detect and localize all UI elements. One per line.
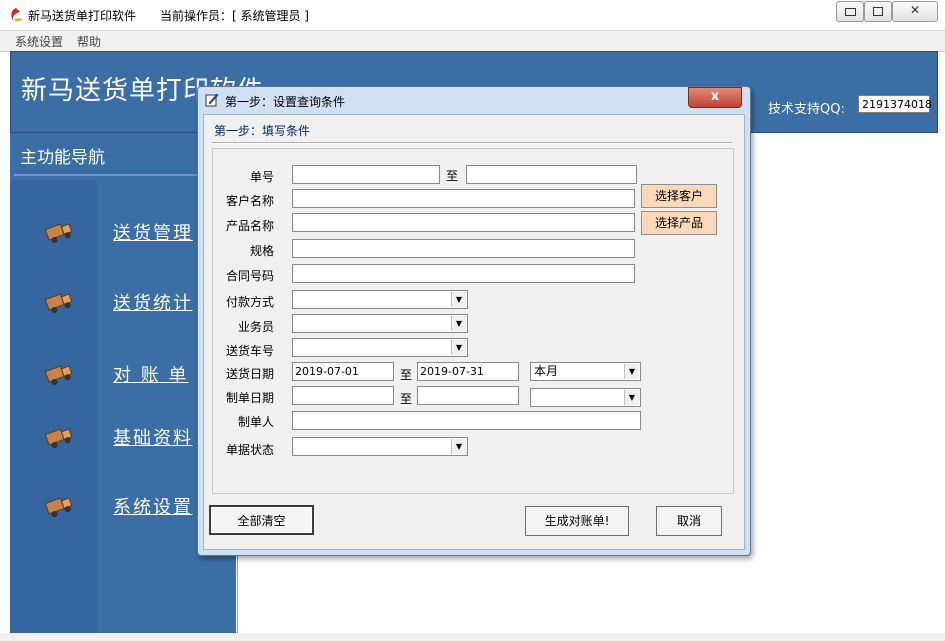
contract-input[interactable] <box>292 264 635 283</box>
salesman-select[interactable]: ▼ <box>292 314 468 333</box>
title-bar <box>0 0 945 30</box>
menu-help[interactable]: 帮助 <box>77 33 101 50</box>
make-date-from-input[interactable] <box>292 386 394 405</box>
nav-item-system-settings[interactable]: 系统设置 <box>113 493 193 519</box>
menu-system-settings[interactable]: 系统设置 <box>15 33 63 50</box>
maker-label: 制单人 <box>237 415 274 429</box>
range-separator: 至 <box>446 169 459 183</box>
app-title: 新马送货单打印软件 <box>28 9 137 23</box>
nav-title: 主功能导航 <box>20 148 105 168</box>
order-no-from-input[interactable] <box>292 165 440 184</box>
make-period-select[interactable]: ▼ <box>530 388 641 407</box>
nav-item-delivery-management[interactable]: 送货管理 <box>113 219 193 245</box>
range-separator: 至 <box>400 368 413 382</box>
step-label: 第一步：填写条件 <box>214 124 311 138</box>
nav-item-statement[interactable]: 对 账 单 <box>113 361 188 387</box>
close-icon: ✕ <box>909 3 921 17</box>
chevron-down-icon: ▼ <box>624 390 639 405</box>
product-input[interactable] <box>292 213 635 232</box>
close-button[interactable]: ✕ <box>892 1 938 22</box>
support-qq-field[interactable]: 2191374018 <box>858 95 932 113</box>
spec-input[interactable] <box>292 239 635 258</box>
step-divider <box>212 142 732 144</box>
status-label: 单据状态 <box>225 443 274 457</box>
current-operator: 当前操作员：[ 系统管理员 ] <box>160 9 309 23</box>
salesman-label: 业务员 <box>237 320 274 334</box>
product-label: 产品名称 <box>225 219 274 233</box>
make-date-label: 制单日期 <box>225 391 274 405</box>
dialog-body: 第一步：填写条件 单号 至 客户名称 选择客户 产品名称 选择产品 规格 合同号… <box>203 114 745 550</box>
contract-label: 合同号码 <box>225 269 274 283</box>
ship-date-from-input[interactable]: 2019-07-01 <box>292 362 394 381</box>
cancel-button[interactable]: 取消 <box>656 506 722 536</box>
nav-icon-strip <box>10 180 97 633</box>
truck-no-select[interactable]: ▼ <box>292 338 468 357</box>
edit-form-icon <box>205 93 219 107</box>
status-strip <box>0 633 945 641</box>
order-no-label: 单号 <box>249 170 274 184</box>
minimize-icon <box>844 8 856 16</box>
truck-icon <box>44 428 73 449</box>
period-value: 本月 <box>534 364 559 378</box>
make-date-to-input[interactable] <box>417 386 519 405</box>
customer-label: 客户名称 <box>225 194 274 208</box>
nav-item-basic-data[interactable]: 基础资料 <box>113 424 193 450</box>
chevron-down-icon: ▼ <box>624 364 639 379</box>
truck-icon <box>44 497 73 518</box>
close-icon: x <box>710 89 720 104</box>
dialog-close-button[interactable]: x <box>688 87 742 108</box>
payment-select[interactable]: ▼ <box>292 290 468 309</box>
range-separator: 至 <box>400 392 413 406</box>
restore-icon <box>873 7 883 16</box>
dialog-title: 第一步：设置查询条件 <box>225 95 346 109</box>
support-qq-label: 技术支持QQ: <box>768 102 845 117</box>
truck-no-label: 送货车号 <box>225 344 274 358</box>
customer-input[interactable] <box>292 189 635 208</box>
ship-date-label: 送货日期 <box>225 367 274 381</box>
query-dialog: 第一步：设置查询条件 x 第一步：填写条件 单号 至 客户名称 选择客户 产品名… <box>197 86 751 556</box>
order-no-to-input[interactable] <box>466 165 637 184</box>
payment-label: 付款方式 <box>225 295 274 309</box>
chevron-down-icon: ▼ <box>451 316 466 331</box>
app-logo-icon <box>11 8 23 22</box>
nav-item-delivery-statistics[interactable]: 送货统计 <box>113 289 193 315</box>
clear-all-button[interactable]: 全部清空 <box>209 505 314 535</box>
chevron-down-icon: ▼ <box>451 439 466 454</box>
spec-label: 规格 <box>249 244 274 258</box>
minimize-button[interactable] <box>836 1 864 22</box>
maximize-button[interactable] <box>864 1 892 22</box>
choose-customer-button[interactable]: 选择客户 <box>641 184 717 208</box>
truck-icon <box>44 223 73 244</box>
choose-product-button[interactable]: 选择产品 <box>641 211 717 235</box>
menu-bar <box>0 30 945 52</box>
generate-statement-button[interactable]: 生成对账单! <box>525 506 629 536</box>
maker-input[interactable] <box>292 411 641 430</box>
status-select[interactable]: ▼ <box>292 437 468 456</box>
truck-icon <box>44 365 73 386</box>
chevron-down-icon: ▼ <box>451 292 466 307</box>
ship-date-to-input[interactable]: 2019-07-31 <box>417 362 519 381</box>
chevron-down-icon: ▼ <box>451 340 466 355</box>
period-select[interactable]: 本月 ▼ <box>530 362 641 381</box>
truck-icon <box>44 293 73 314</box>
